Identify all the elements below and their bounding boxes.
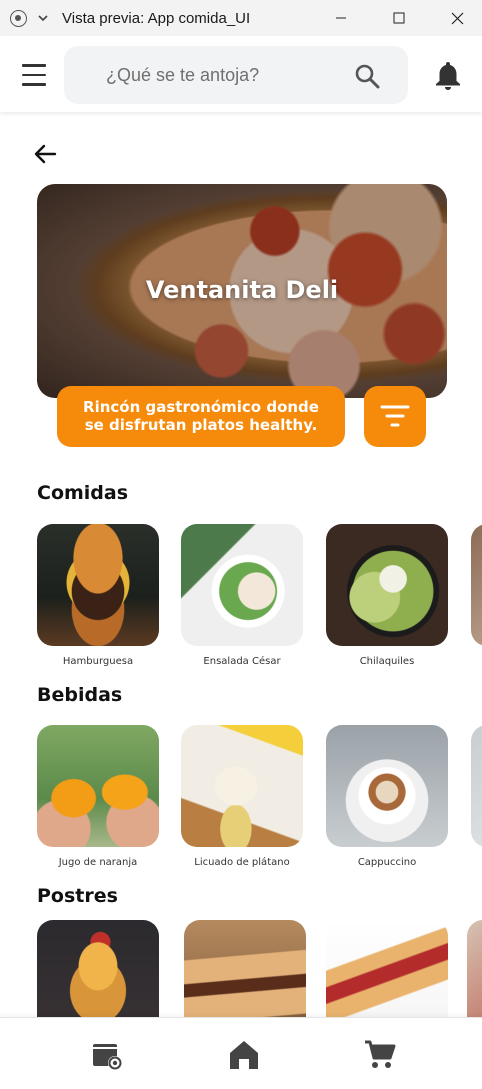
dessert-card[interactable] bbox=[184, 920, 306, 1017]
food-card-label: Chilaquiles bbox=[359, 656, 415, 667]
home-button[interactable] bbox=[225, 1036, 263, 1074]
drink-card-label: Jugo de naranja bbox=[58, 857, 138, 868]
food-card[interactable]: Ensalada César bbox=[181, 524, 303, 667]
drink-card-label: Cappuccino bbox=[357, 857, 417, 868]
menu-icon[interactable] bbox=[22, 64, 46, 86]
orders-button[interactable] bbox=[88, 1036, 126, 1074]
minimize-icon bbox=[336, 17, 346, 19]
sandwich-image bbox=[184, 920, 306, 1017]
cart-button[interactable] bbox=[361, 1036, 399, 1074]
pbj-image bbox=[326, 920, 448, 1017]
food-card-label: Ensalada César bbox=[203, 656, 281, 667]
food-card-label: Hamburguesa bbox=[62, 656, 134, 667]
search-icon[interactable] bbox=[354, 63, 380, 89]
section-title-bebidas: Bebidas bbox=[37, 684, 123, 706]
food-card[interactable]: Hamburguesa bbox=[37, 524, 159, 667]
drink-card-partial[interactable] bbox=[471, 725, 482, 847]
comidas-row: Hamburguesa Ensalada César Chilaquiles bbox=[37, 524, 482, 674]
home-icon bbox=[230, 1041, 258, 1069]
dessert-card[interactable] bbox=[37, 920, 159, 1017]
section-title-comidas: Comidas bbox=[37, 482, 129, 504]
filter-button[interactable] bbox=[364, 386, 426, 447]
bell-icon[interactable] bbox=[434, 60, 462, 90]
pancakes-image bbox=[37, 920, 159, 1017]
close-button[interactable] bbox=[428, 0, 482, 36]
dessert-card[interactable] bbox=[326, 920, 448, 1017]
drink-card[interactable]: Cappuccino bbox=[326, 725, 448, 868]
restaurant-name: Ventanita Deli bbox=[145, 276, 339, 304]
back-arrow-icon[interactable] bbox=[33, 142, 59, 166]
hamburguesa-image bbox=[37, 524, 159, 646]
window-title: Vista previa: App comida_UI bbox=[62, 10, 251, 27]
food-card-partial[interactable] bbox=[471, 524, 482, 646]
minimize-button[interactable] bbox=[312, 0, 370, 36]
orders-icon bbox=[93, 1044, 122, 1070]
food-card[interactable]: Chilaquiles bbox=[326, 524, 448, 667]
section-title-postres: Postres bbox=[37, 885, 118, 907]
drink-card-label: Licuado de plátano bbox=[194, 857, 290, 868]
cappuccino-image bbox=[326, 725, 448, 847]
restaurant-banner: Ventanita Deli bbox=[37, 184, 447, 398]
description-line-2: se disfrutan platos healthy. bbox=[84, 416, 318, 434]
food-image bbox=[471, 524, 482, 646]
dessert-image bbox=[467, 920, 482, 1017]
description-line-1: Rincón gastronómico donde bbox=[83, 398, 319, 416]
close-icon bbox=[451, 12, 463, 24]
postres-row bbox=[37, 920, 482, 1017]
bottom-nav bbox=[0, 1017, 482, 1089]
restaurant-description: Rincón gastronómico donde se disfrutan p… bbox=[57, 386, 345, 447]
window-titlebar: Vista previa: App comida_UI bbox=[0, 0, 482, 36]
chilaquiles-image bbox=[326, 524, 448, 646]
record-icon[interactable] bbox=[10, 10, 27, 27]
chevron-down-icon[interactable] bbox=[36, 11, 50, 25]
bebidas-row: Jugo de naranja Licuado de plátano Cappu… bbox=[37, 725, 482, 875]
jugo-image bbox=[37, 725, 159, 847]
search-input[interactable]: ¿Qué se te antoja? bbox=[64, 46, 408, 104]
maximize-icon bbox=[393, 12, 405, 24]
drink-card[interactable]: Licuado de plátano bbox=[181, 725, 303, 868]
licuado-image bbox=[181, 725, 303, 847]
drink-card[interactable]: Jugo de naranja bbox=[37, 725, 159, 868]
drink-image bbox=[471, 725, 482, 847]
filter-icon bbox=[380, 405, 410, 427]
cart-icon bbox=[365, 1040, 396, 1068]
maximize-button[interactable] bbox=[370, 0, 428, 36]
ensalada-image bbox=[181, 524, 303, 646]
app-header: ¿Qué se te antoja? bbox=[0, 36, 482, 112]
dessert-card-partial[interactable] bbox=[467, 920, 482, 1017]
search-placeholder: ¿Qué se te antoja? bbox=[106, 65, 260, 85]
